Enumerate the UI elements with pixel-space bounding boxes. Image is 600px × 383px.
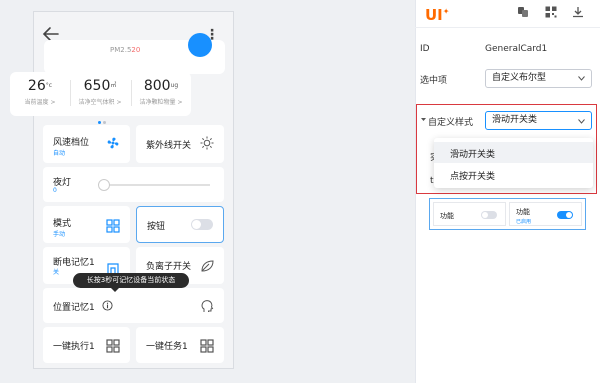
id-value: GeneralCard1	[485, 44, 548, 54]
grid-icon	[106, 219, 120, 233]
stat-value: 26	[27, 78, 46, 94]
style-preview: 功能 功能 已启用	[429, 198, 586, 230]
night-light-slider-handle[interactable]	[98, 179, 110, 191]
night-light-slider-track[interactable]	[100, 184, 210, 186]
page-dot	[103, 121, 106, 124]
stat-unit: ug	[170, 82, 179, 89]
stat-unit: °c	[45, 82, 53, 89]
chevron-down-icon	[578, 119, 585, 124]
custom-style-select[interactable]: 滑动开关类	[485, 111, 592, 130]
sun-icon	[200, 136, 214, 150]
head-icon	[201, 300, 214, 312]
stats-card: 26°c 当前温度 > 650㎥ 洁净空气体积 > 800ug 洁净颗粒物量 >	[10, 72, 191, 116]
grid-icon	[200, 339, 214, 353]
toggle-switch[interactable]	[191, 219, 213, 230]
leaf-icon	[201, 260, 214, 272]
preview-title: 功能	[440, 212, 454, 220]
power-button[interactable]	[188, 33, 212, 57]
card-wind-speed[interactable]: 风速档位 自动	[43, 125, 130, 163]
card-one-click-task[interactable]: 一键任务1	[136, 327, 224, 363]
card-status: 手动	[53, 231, 66, 238]
toggle-switch	[481, 211, 497, 219]
stat-label: 洁净空气体积 >	[78, 99, 122, 106]
card-status: 自动	[53, 150, 66, 157]
preview-status: 已启用	[516, 219, 532, 225]
toggle-switch	[557, 211, 573, 219]
chevron-down-icon	[578, 76, 585, 81]
stat-label: 当前温度 >	[24, 99, 56, 106]
stat-temperature[interactable]: 26°c 当前温度 >	[10, 78, 70, 106]
info-icon[interactable]	[102, 300, 113, 311]
caret-down-icon[interactable]	[421, 117, 426, 122]
card-value: 0	[53, 187, 57, 194]
dropdown-option-slide-switch[interactable]: 滑动开关类	[450, 147, 495, 160]
hidden-row-label: t	[430, 176, 434, 186]
stat-unit: ㎥	[110, 82, 117, 89]
preview-on-card: 功能 已启用	[509, 202, 582, 226]
id-label: ID	[420, 44, 430, 54]
type-select[interactable]: 自定义布尔型	[485, 69, 592, 88]
card-title: 位置记忆1	[53, 303, 95, 313]
logo-plus: ✦	[442, 7, 450, 16]
stat-label: 洁净颗粒物量 >	[139, 99, 183, 106]
pm-readout: PM2.520	[110, 46, 140, 54]
style-dropdown-menu: 滑动开关类 点按开关类	[434, 138, 593, 188]
stat-value: 800	[143, 78, 171, 94]
custom-style-value: 滑动开关类	[492, 115, 538, 125]
preview-title: 功能	[516, 208, 530, 216]
pm-value: 20	[131, 46, 141, 54]
tooltip: 长按3秒可记忆设备当前状态	[73, 273, 189, 292]
card-title: 负离子开关	[146, 262, 192, 272]
custom-style-label: 自定义样式	[428, 118, 474, 128]
qrcode-icon[interactable]	[545, 6, 557, 18]
stat-air-volume[interactable]: 650㎥ 洁净空气体积 >	[70, 78, 130, 106]
card-position-memory[interactable]: 位置记忆1	[43, 288, 224, 323]
type-select-value: 自定义布尔型	[492, 73, 547, 83]
card-title: 紫外线开关	[146, 141, 192, 151]
fan-icon	[107, 137, 119, 149]
card-one-click-exec[interactable]: 一键执行1	[43, 327, 130, 363]
card-title: 风速档位	[53, 138, 90, 148]
card-title: 模式	[53, 219, 72, 229]
type-label: 选中项	[420, 76, 448, 86]
card-title: 断电记忆1	[53, 258, 95, 268]
grid-icon	[106, 339, 120, 353]
preview-off-card: 功能	[433, 202, 506, 226]
toolbar-divider	[415, 27, 600, 28]
card-title: 一键任务1	[146, 342, 188, 352]
app-logo: UI✦	[425, 6, 449, 24]
page-dot	[98, 121, 101, 124]
card-button[interactable]: 按钮	[136, 206, 224, 243]
card-title: 一键执行1	[53, 342, 95, 352]
card-mode[interactable]: 模式 手动	[43, 206, 130, 243]
stat-particles[interactable]: 800ug 洁净颗粒物量 >	[131, 78, 191, 106]
card-status: 关	[53, 269, 60, 276]
card-uv-switch[interactable]: 紫外线开关	[136, 125, 224, 163]
copy-icon[interactable]	[517, 6, 529, 18]
card-title: 按钮	[147, 222, 166, 232]
pm-label: PM2.5	[110, 46, 132, 54]
dropdown-option-tap-switch[interactable]: 点按开关类	[450, 169, 495, 182]
stat-value: 650	[83, 78, 111, 94]
logo-text: UI	[425, 6, 443, 24]
download-icon[interactable]	[572, 6, 584, 18]
